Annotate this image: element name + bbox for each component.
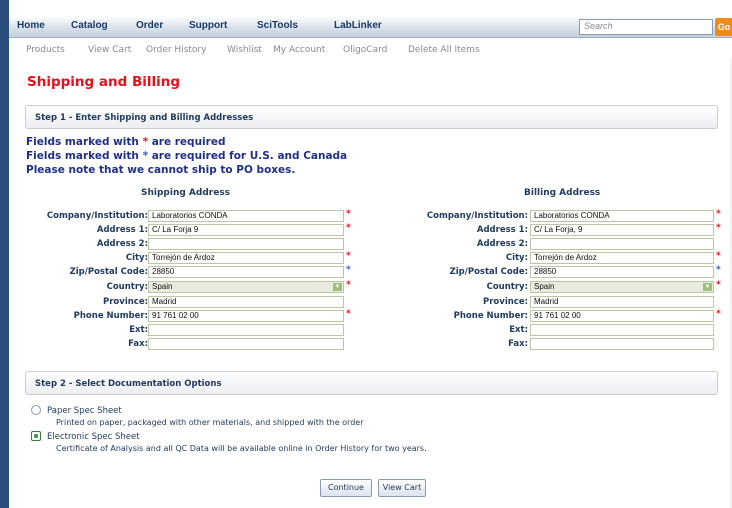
ship-province-field[interactable]: Madrid: [148, 296, 344, 308]
subnav-delete-all-items[interactable]: Delete All Items: [408, 45, 480, 55]
bill-phone-field[interactable]: 91 761 02 00: [530, 310, 714, 322]
bill-fax-field[interactable]: [530, 338, 714, 350]
asterisk-icon: *: [716, 223, 721, 233]
ship-city-field[interactable]: Torrejón de Ardoz: [148, 252, 344, 264]
ship-country-select[interactable]: Spain ▼: [148, 281, 344, 293]
bill-company-label: Company/Institution:: [426, 211, 528, 221]
ship-address1-field[interactable]: C/ La Forja 9: [148, 224, 344, 236]
view-cart-button[interactable]: View Cart: [378, 479, 426, 497]
ship-zip-label: Zip/Postal Code:: [69, 267, 148, 277]
subnav-wishlist[interactable]: Wishlist: [227, 45, 262, 55]
bill-country-value: Spain: [534, 282, 555, 291]
ship-fax-field[interactable]: [148, 338, 344, 350]
ship-ext-label: Ext:: [129, 325, 148, 335]
bill-address1-field[interactable]: C/ La Forja, 9: [530, 224, 714, 236]
asterisk-icon: *: [346, 209, 351, 219]
nav-scitools[interactable]: SciTools: [257, 20, 298, 31]
asterisk-icon: *: [346, 223, 351, 233]
search-input[interactable]: Search: [579, 19, 713, 35]
required-note: Fields marked with * are required: [26, 136, 226, 148]
bill-ext-field[interactable]: [530, 324, 714, 336]
usca-note: Fields marked with * are required for U.…: [26, 150, 348, 162]
subnav-view-cart[interactable]: View Cart: [88, 45, 131, 55]
page-title: Shipping and Billing: [27, 74, 181, 90]
chevron-down-icon[interactable]: ▼: [333, 283, 342, 291]
bill-city-field[interactable]: Torrejón de Ardoz: [530, 252, 714, 264]
subnav-products[interactable]: Products: [26, 45, 65, 55]
ship-country-value: Spain: [152, 282, 173, 291]
nav-catalog[interactable]: Catalog: [71, 20, 108, 31]
bill-fax-label: Fax:: [508, 339, 528, 349]
search-go-button[interactable]: Go: [715, 18, 732, 36]
billing-heading: Billing Address: [524, 188, 601, 198]
ship-phone-label: Phone Number:: [73, 311, 148, 321]
asterisk-icon: *: [346, 280, 351, 290]
bill-country-label: Country:: [486, 282, 528, 292]
ship-ext-field[interactable]: [148, 324, 344, 336]
asterisk-icon: *: [716, 280, 721, 290]
ship-city-label: City:: [125, 253, 148, 263]
asterisk-icon: *: [346, 265, 351, 275]
ship-zip-field[interactable]: 28850: [148, 266, 344, 278]
asterisk-icon: *: [716, 265, 721, 275]
bill-address1-label: Address 1:: [476, 225, 528, 235]
subnav-order-history[interactable]: Order History: [146, 45, 206, 55]
ship-address2-label: Address 2:: [96, 239, 148, 249]
po-box-note: Please note that we cannot ship to PO bo…: [26, 164, 296, 176]
page-frame: Home Catalog Order Support SciTools LabL…: [0, 0, 732, 508]
subnav-my-account[interactable]: My Account: [273, 45, 325, 55]
paper-spec-title: Paper Spec Sheet: [47, 406, 122, 416]
electronic-spec-radio[interactable]: [31, 431, 41, 441]
top-strip: [9, 0, 732, 16]
nav-order[interactable]: Order: [136, 20, 163, 31]
ship-address2-field[interactable]: [148, 238, 344, 250]
nav-lablinker[interactable]: LabLinker: [334, 20, 382, 31]
ship-company-field[interactable]: Laboratorios CONDA: [148, 210, 344, 222]
bill-address2-field[interactable]: [530, 238, 714, 250]
asterisk-icon: *: [716, 251, 721, 261]
electronic-spec-desc: Certificate of Analysis and all QC Data …: [56, 444, 427, 453]
subnav-oligocard[interactable]: OligoCard: [343, 45, 387, 55]
ship-province-label: Province:: [103, 297, 148, 307]
paper-spec-desc: Printed on paper, packaged with other ma…: [56, 418, 364, 427]
bill-city-label: City:: [505, 253, 528, 263]
asterisk-icon: *: [716, 309, 721, 319]
step2-header: Step 2 - Select Documentation Options: [25, 371, 718, 395]
sub-nav: Products View Cart Order History Wishlis…: [9, 38, 732, 58]
bill-province-label: Province:: [483, 297, 528, 307]
asterisk-icon: *: [346, 251, 351, 261]
nav-support[interactable]: Support: [189, 20, 227, 31]
bill-ext-label: Ext:: [509, 325, 528, 335]
nav-home[interactable]: Home: [17, 20, 45, 31]
electronic-spec-title: Electronic Spec Sheet: [47, 432, 140, 442]
main-nav: Home Catalog Order Support SciTools LabL…: [9, 16, 732, 38]
asterisk-icon: *: [346, 309, 351, 319]
chevron-down-icon[interactable]: ▼: [703, 283, 712, 291]
step1-title: Step 1 - Enter Shipping and Billing Addr…: [35, 113, 254, 123]
bill-zip-field[interactable]: 28850: [530, 266, 714, 278]
bill-country-select[interactable]: Spain ▼: [530, 281, 714, 293]
ship-phone-field[interactable]: 91 761 02 00: [148, 310, 344, 322]
bill-address2-label: Address 2:: [476, 239, 528, 249]
step1-header: Step 1 - Enter Shipping and Billing Addr…: [25, 105, 718, 129]
paper-spec-radio[interactable]: [31, 405, 41, 415]
step2-title: Step 2 - Select Documentation Options: [35, 379, 222, 389]
shipping-heading: Shipping Address: [141, 188, 231, 198]
bill-zip-label: Zip/Postal Code:: [449, 267, 528, 277]
bill-phone-label: Phone Number:: [453, 311, 528, 321]
ship-company-label: Company/Institution:: [46, 211, 148, 221]
ship-country-label: Country:: [106, 282, 148, 292]
bill-province-field[interactable]: Madrid: [530, 296, 714, 308]
ship-fax-label: Fax:: [128, 339, 148, 349]
bill-company-field[interactable]: Laboratorios CONDA: [530, 210, 714, 222]
asterisk-icon: *: [716, 209, 721, 219]
continue-button[interactable]: Continue: [320, 479, 372, 497]
ship-address1-label: Address 1:: [96, 225, 148, 235]
